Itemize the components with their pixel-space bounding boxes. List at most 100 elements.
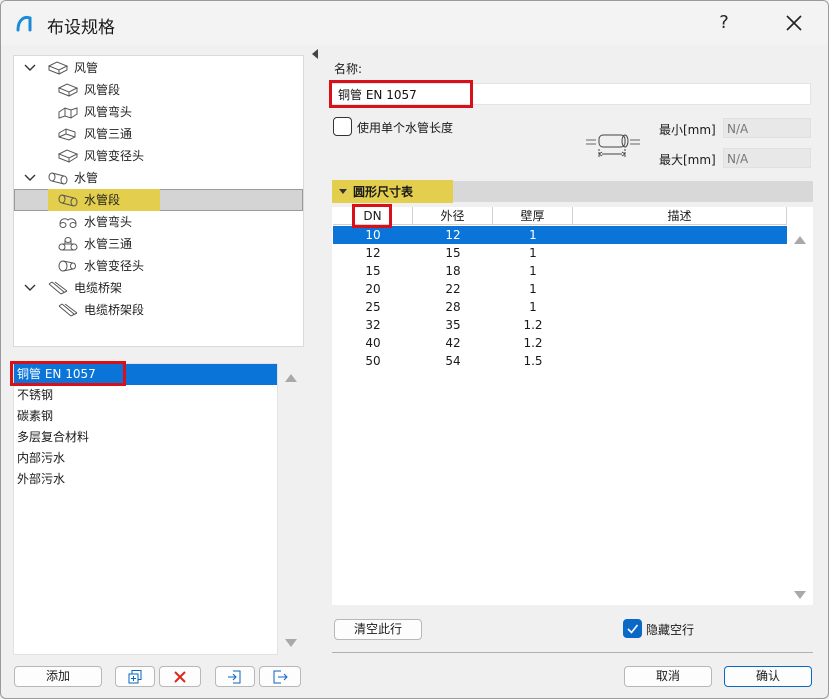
cable-tray-segment-icon xyxy=(58,303,78,317)
cell-outer-diameter[interactable]: 18 xyxy=(413,262,493,280)
cell-outer-diameter[interactable]: 54 xyxy=(413,352,493,370)
cell-dn[interactable]: 40 xyxy=(333,334,413,352)
duplicate-button[interactable] xyxy=(115,666,155,687)
single-pipe-length-checkbox[interactable] xyxy=(333,117,352,136)
min-field[interactable]: N/A xyxy=(723,118,811,138)
title-bar: 布设规格 ? xyxy=(1,1,828,45)
table-scroll-up-icon[interactable] xyxy=(794,236,806,244)
table-row[interactable]: 15 18 1 xyxy=(333,262,787,280)
collapse-panel-arrow-icon[interactable] xyxy=(312,49,318,59)
caret-down-icon[interactable] xyxy=(339,189,347,194)
cell-description[interactable] xyxy=(573,298,787,316)
table-row[interactable]: 10 12 1 xyxy=(333,226,787,244)
hide-empty-rows-checkbox[interactable] xyxy=(623,619,642,638)
clear-row-button[interactable]: 清空此行 xyxy=(334,619,422,640)
tree-item-label: 风管三通 xyxy=(84,127,133,141)
column-header-description[interactable]: 描述 xyxy=(573,207,787,225)
cell-dn[interactable]: 12 xyxy=(333,244,413,262)
export-icon xyxy=(273,670,288,684)
pipe-icon xyxy=(48,172,68,185)
cell-wall-thickness[interactable]: 1.5 xyxy=(493,352,573,370)
tree-item-pipe-segment[interactable]: 水管段 xyxy=(14,189,303,211)
list-scroll-up-icon[interactable] xyxy=(285,374,297,382)
cell-dn[interactable]: 10 xyxy=(333,226,413,244)
cell-outer-diameter[interactable]: 12 xyxy=(413,226,493,244)
list-item-material[interactable]: 内部污水 xyxy=(14,448,277,469)
cell-outer-diameter[interactable]: 35 xyxy=(413,316,493,334)
cell-wall-thickness[interactable]: 1 xyxy=(493,298,573,316)
cell-outer-diameter[interactable]: 28 xyxy=(413,298,493,316)
tree-item-duct-tee[interactable]: 风管三通 xyxy=(14,123,303,145)
layout-specification-dialog: 布设规格 ? 风管 风管段 风管弯头 风管三通 风管变径头 水管 水管段 水管弯… xyxy=(0,0,829,699)
tree-item-cable-tray[interactable]: 电缆桥架 xyxy=(14,277,303,299)
app-logo-icon xyxy=(16,15,32,32)
column-header-wall-thickness[interactable]: 壁厚 xyxy=(493,207,573,225)
tree-item-pipe[interactable]: 水管 xyxy=(14,167,303,189)
cell-dn[interactable]: 15 xyxy=(333,262,413,280)
duct-icon xyxy=(47,61,69,75)
table-row[interactable]: 40 42 1.2 xyxy=(333,334,787,352)
tree-item-pipe-tee[interactable]: 水管三通 xyxy=(14,233,303,255)
cell-dn[interactable]: 32 xyxy=(333,316,413,334)
table-row[interactable]: 20 22 1 xyxy=(333,280,787,298)
cell-wall-thickness[interactable]: 1.2 xyxy=(493,334,573,352)
tree-item-duct-reducer[interactable]: 风管变径头 xyxy=(14,145,303,167)
table-row[interactable]: 25 28 1 xyxy=(333,298,787,316)
import-icon xyxy=(228,670,241,684)
import-button[interactable] xyxy=(215,666,255,687)
cancel-button[interactable]: 取消 xyxy=(624,666,712,687)
list-item-material[interactable]: 多层复合材料 xyxy=(14,427,277,448)
duct-segment-icon xyxy=(57,83,79,97)
chevron-down-icon[interactable] xyxy=(24,282,36,294)
tree-item-duct[interactable]: 风管 xyxy=(14,57,303,79)
cell-dn[interactable]: 25 xyxy=(333,298,413,316)
cell-description[interactable] xyxy=(573,226,787,244)
pipe-tee-icon xyxy=(58,237,78,251)
list-item-material[interactable]: 不锈钢 xyxy=(14,385,277,406)
tree-item-pipe-reducer[interactable]: 水管变径头 xyxy=(14,255,303,277)
cell-wall-thickness[interactable]: 1 xyxy=(493,226,573,244)
export-button[interactable] xyxy=(259,666,301,687)
cell-wall-thickness[interactable]: 1 xyxy=(493,244,573,262)
cell-outer-diameter[interactable]: 15 xyxy=(413,244,493,262)
list-scroll-down-icon[interactable] xyxy=(285,639,297,647)
cell-description[interactable] xyxy=(573,352,787,370)
cell-description[interactable] xyxy=(573,334,787,352)
max-field[interactable]: N/A xyxy=(723,148,811,168)
cell-dn[interactable]: 20 xyxy=(333,280,413,298)
cell-description[interactable] xyxy=(573,244,787,262)
cell-description[interactable] xyxy=(573,280,787,298)
cell-outer-diameter[interactable]: 42 xyxy=(413,334,493,352)
min-label: 最小[mm] xyxy=(659,123,716,137)
column-header-outer-diameter[interactable]: 外径 xyxy=(413,207,493,225)
close-button[interactable] xyxy=(777,9,811,37)
table-scroll-down-icon[interactable] xyxy=(794,591,806,599)
tree-item-duct-segment[interactable]: 风管段 xyxy=(14,79,303,101)
cell-outer-diameter[interactable]: 22 xyxy=(413,280,493,298)
list-item-material[interactable]: 碳素钢 xyxy=(14,406,277,427)
duplicate-icon xyxy=(128,670,142,684)
cell-wall-thickness[interactable]: 1 xyxy=(493,280,573,298)
table-row[interactable]: 50 54 1.5 xyxy=(333,352,787,370)
list-item-material[interactable]: 外部污水 xyxy=(14,469,277,490)
help-button[interactable]: ? xyxy=(709,9,739,37)
cell-description[interactable] xyxy=(573,262,787,280)
cell-wall-thickness[interactable]: 1 xyxy=(493,262,573,280)
duct-tee-icon xyxy=(58,128,76,141)
cell-dn[interactable]: 50 xyxy=(333,352,413,370)
table-row[interactable]: 32 35 1.2 xyxy=(333,316,787,334)
chevron-down-icon[interactable] xyxy=(24,62,36,74)
table-row[interactable]: 12 15 1 xyxy=(333,244,787,262)
cell-description[interactable] xyxy=(573,316,787,334)
tree-item-label: 电缆桥架 xyxy=(74,281,123,295)
tree-item-label: 水管 xyxy=(74,171,99,185)
add-button[interactable]: 添加 xyxy=(14,666,102,687)
cell-wall-thickness[interactable]: 1.2 xyxy=(493,316,573,334)
chevron-down-icon[interactable] xyxy=(24,172,36,184)
tree-item-pipe-elbow[interactable]: 水管弯头 xyxy=(14,211,303,233)
tree-item-cable-tray-segment[interactable]: 电缆桥架段 xyxy=(14,299,303,321)
ok-button[interactable]: 确认 xyxy=(724,666,812,687)
tree-item-duct-elbow[interactable]: 风管弯头 xyxy=(14,101,303,123)
delete-button[interactable] xyxy=(159,666,201,687)
close-icon xyxy=(786,15,802,31)
